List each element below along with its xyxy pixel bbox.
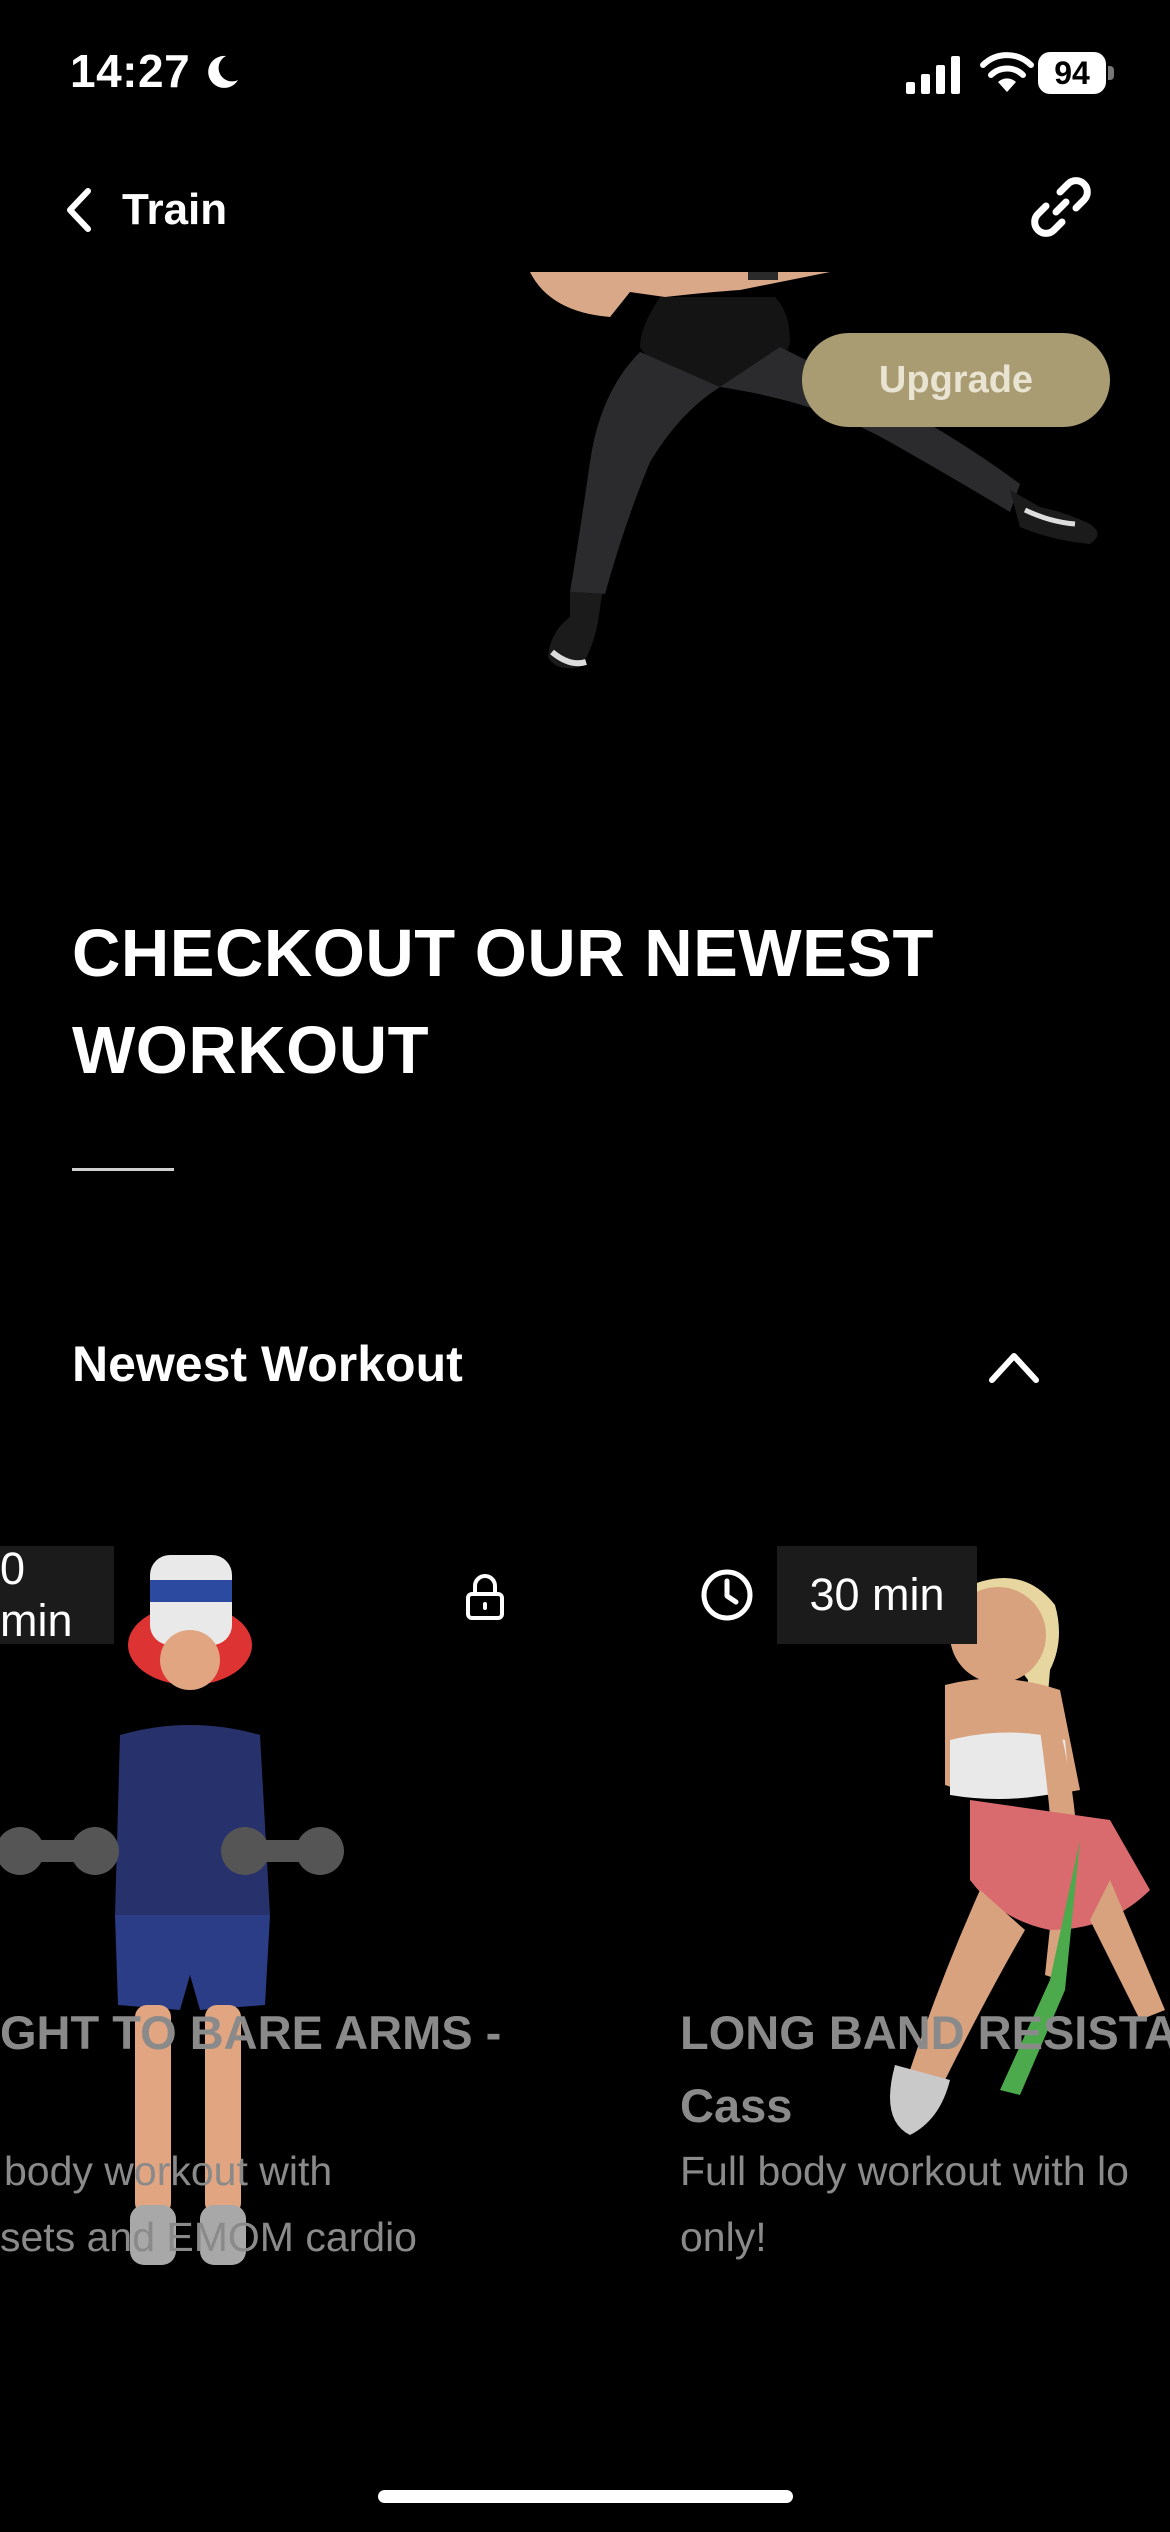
status-bar: 14:27 94	[0, 0, 1170, 140]
workout-card-1-title: GHT TO BARE ARMS -	[0, 2006, 502, 2059]
workout-card-2-image	[890, 1578, 1165, 2135]
chevron-left-icon	[67, 188, 91, 232]
workout-card-2[interactable]: 30 min LONG BAND RESISTA Cass Full body …	[680, 1510, 1170, 2310]
clock-icon	[701, 1569, 753, 1621]
upgrade-button[interactable]: Upgrade	[802, 333, 1110, 427]
workout-card-2-title-line-1: LONG BAND RESISTA	[680, 2006, 1170, 2059]
workout-card-1[interactable]: 0 min GHT TO BARE ARMS - body workout wi…	[0, 1510, 560, 2310]
heading-divider	[72, 1168, 174, 1171]
moon-icon	[208, 55, 238, 88]
workout-card-2-title-line-2: Cass	[680, 2079, 793, 2132]
status-time: 14:27	[70, 45, 191, 97]
battery-tip	[1108, 66, 1114, 80]
section-title[interactable]: Newest Workout	[72, 1335, 463, 1393]
cellular-signal-icon	[906, 56, 960, 94]
share-link-icon[interactable]	[1026, 172, 1096, 242]
workout-duration-badge: 30 min	[777, 1546, 977, 1644]
battery-level: 94	[1054, 55, 1090, 91]
battery-indicator: 94	[1038, 52, 1114, 94]
chevron-up-icon[interactable]	[984, 1342, 1044, 1392]
workout-card-2-desc-line-1: Full body workout with lo	[680, 2148, 1129, 2194]
home-indicator[interactable]	[378, 2490, 793, 2503]
workout-duration-badge: 0 min	[0, 1543, 114, 1646]
workout-card-2-desc-line-2: only!	[680, 2214, 767, 2260]
wifi-icon	[980, 52, 1034, 92]
workout-card-1-desc-line-1: body workout with	[4, 2148, 333, 2194]
page-heading: CHECKOUT OUR NEWEST WORKOUT	[72, 905, 1072, 1099]
lock-icon	[466, 1574, 504, 1620]
workout-card-1-desc-line-2: sets and EMOM cardio	[0, 2214, 417, 2260]
heading-line-1: CHECKOUT OUR NEWEST	[72, 916, 934, 991]
heading-line-2: WORKOUT	[72, 1013, 430, 1088]
back-label: Train	[122, 185, 228, 234]
back-button[interactable]: Train	[50, 170, 250, 250]
